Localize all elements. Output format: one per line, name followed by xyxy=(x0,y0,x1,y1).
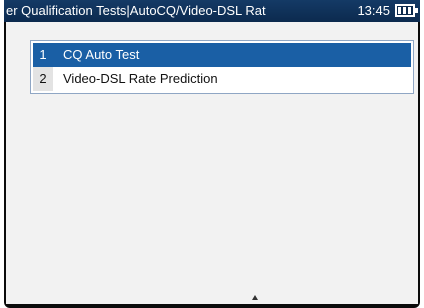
list-item-video-dsl-rate-prediction[interactable]: 2 Video-DSL Rate Prediction xyxy=(33,67,411,91)
device-frame: er Qualification Tests|AutoCQ/Video-DSL … xyxy=(4,0,420,308)
clock: 13:45 xyxy=(357,3,390,18)
list-item-number: 2 xyxy=(33,67,53,91)
list-item-number: 1 xyxy=(39,47,47,62)
list-item-cq-auto-test[interactable]: 1 CQ Auto Test xyxy=(33,43,411,67)
main-screen: 1 CQ Auto Test 2 Video-DSL Rate Predicti… xyxy=(6,22,418,304)
caret-up-icon xyxy=(252,295,258,300)
title-bar: er Qualification Tests|AutoCQ/Video-DSL … xyxy=(4,0,420,22)
test-menu-list: 1 CQ Auto Test 2 Video-DSL Rate Predicti… xyxy=(30,40,414,94)
window-title: er Qualification Tests|AutoCQ/Video-DSL … xyxy=(6,3,266,18)
battery-icon xyxy=(395,4,418,17)
list-item-label: CQ Auto Test xyxy=(63,47,140,62)
list-item-label: Video-DSL Rate Prediction xyxy=(63,71,218,86)
